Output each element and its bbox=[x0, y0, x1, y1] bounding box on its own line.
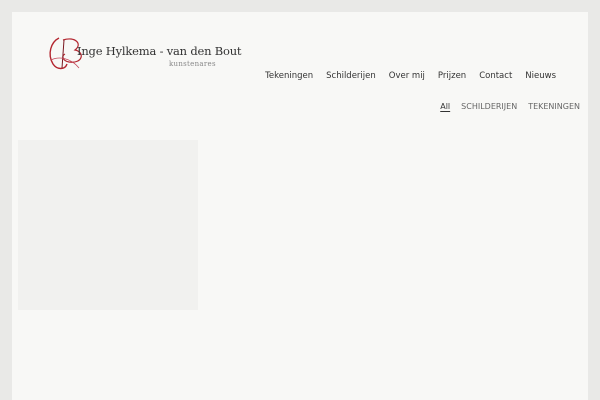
brand-subtitle: kunstenares bbox=[169, 60, 216, 68]
filter-tekeningen[interactable]: TEKENINGEN bbox=[528, 102, 580, 111]
brand-name: Inge Hylkema - van den Bout bbox=[77, 44, 242, 58]
nav-item-contact[interactable]: Contact bbox=[479, 71, 512, 81]
nav-item-schilderijen[interactable]: Schilderijen bbox=[326, 71, 376, 81]
nav-item-nieuws[interactable]: Nieuws bbox=[525, 71, 556, 81]
nav-item-tekeningen[interactable]: Tekeningen bbox=[265, 71, 313, 81]
filter-schilderijen[interactable]: SCHILDERIJEN bbox=[461, 102, 517, 111]
portfolio-item-placeholder[interactable] bbox=[18, 140, 198, 310]
site-logo[interactable]: Inge Hylkema - van den Bout kunstenares bbox=[45, 34, 242, 84]
page-container: Inge Hylkema - van den Bout kunstenares … bbox=[12, 12, 588, 400]
portfolio-filters: All SCHILDERIJEN TEKENINGEN bbox=[440, 102, 580, 111]
main-nav: Tekeningen Schilderijen Over mij Prijzen… bbox=[265, 71, 556, 81]
nav-item-prijzen[interactable]: Prijzen bbox=[438, 71, 466, 81]
filter-all[interactable]: All bbox=[440, 102, 450, 111]
nav-item-over-mij[interactable]: Over mij bbox=[389, 71, 425, 81]
